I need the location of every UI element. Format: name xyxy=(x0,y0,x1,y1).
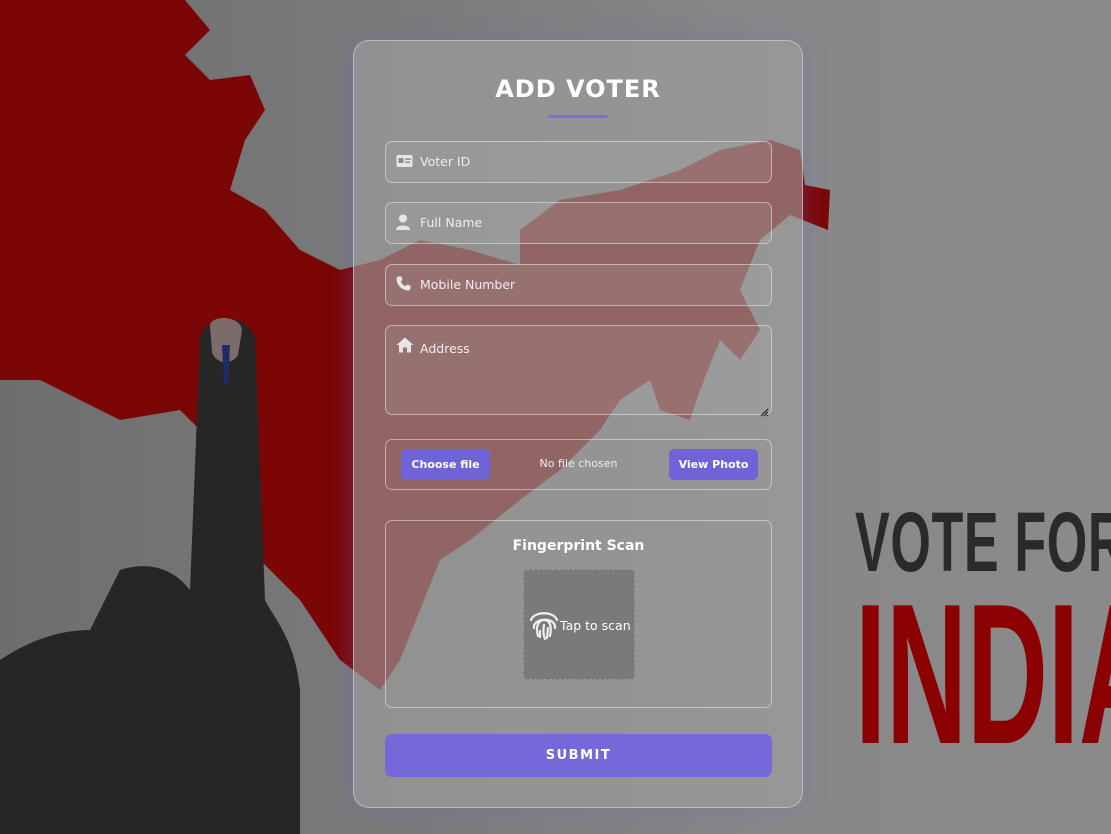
voter-id-placeholder: Voter ID xyxy=(420,154,471,169)
view-photo-button[interactable]: View Photo xyxy=(669,449,758,480)
mobile-number-field[interactable]: Mobile Number xyxy=(385,264,772,306)
mobile-number-placeholder: Mobile Number xyxy=(420,277,516,292)
id-card-icon xyxy=(396,153,414,171)
address-placeholder: Address xyxy=(420,341,470,356)
address-field[interactable]: Address xyxy=(385,325,772,417)
form-title: ADD VOTER xyxy=(495,75,661,103)
submit-button[interactable]: SUBMIT xyxy=(385,734,772,777)
user-icon xyxy=(396,214,414,232)
resize-handle-icon[interactable] xyxy=(759,402,769,417)
add-voter-form: ADD VOTER Voter ID Full Name Mobile Numb… xyxy=(353,40,803,808)
photo-upload: Choose file No file chosen View Photo xyxy=(385,439,772,490)
fingerprint-icon xyxy=(526,606,562,642)
phone-icon xyxy=(396,276,414,294)
slogan-line2: INDIA xyxy=(855,563,1111,786)
fingerprint-title: Fingerprint Scan xyxy=(512,538,645,554)
voter-id-field[interactable]: Voter ID xyxy=(385,141,772,183)
full-name-placeholder: Full Name xyxy=(420,215,483,230)
fingerprint-section: Fingerprint Scan Tap to scan xyxy=(385,520,772,708)
tap-to-scan-label: Tap to scan xyxy=(560,618,631,633)
fingerprint-scan-area[interactable]: Tap to scan xyxy=(523,569,635,680)
home-icon xyxy=(396,337,414,355)
full-name-field[interactable]: Full Name xyxy=(385,202,772,244)
title-underline xyxy=(548,115,608,118)
